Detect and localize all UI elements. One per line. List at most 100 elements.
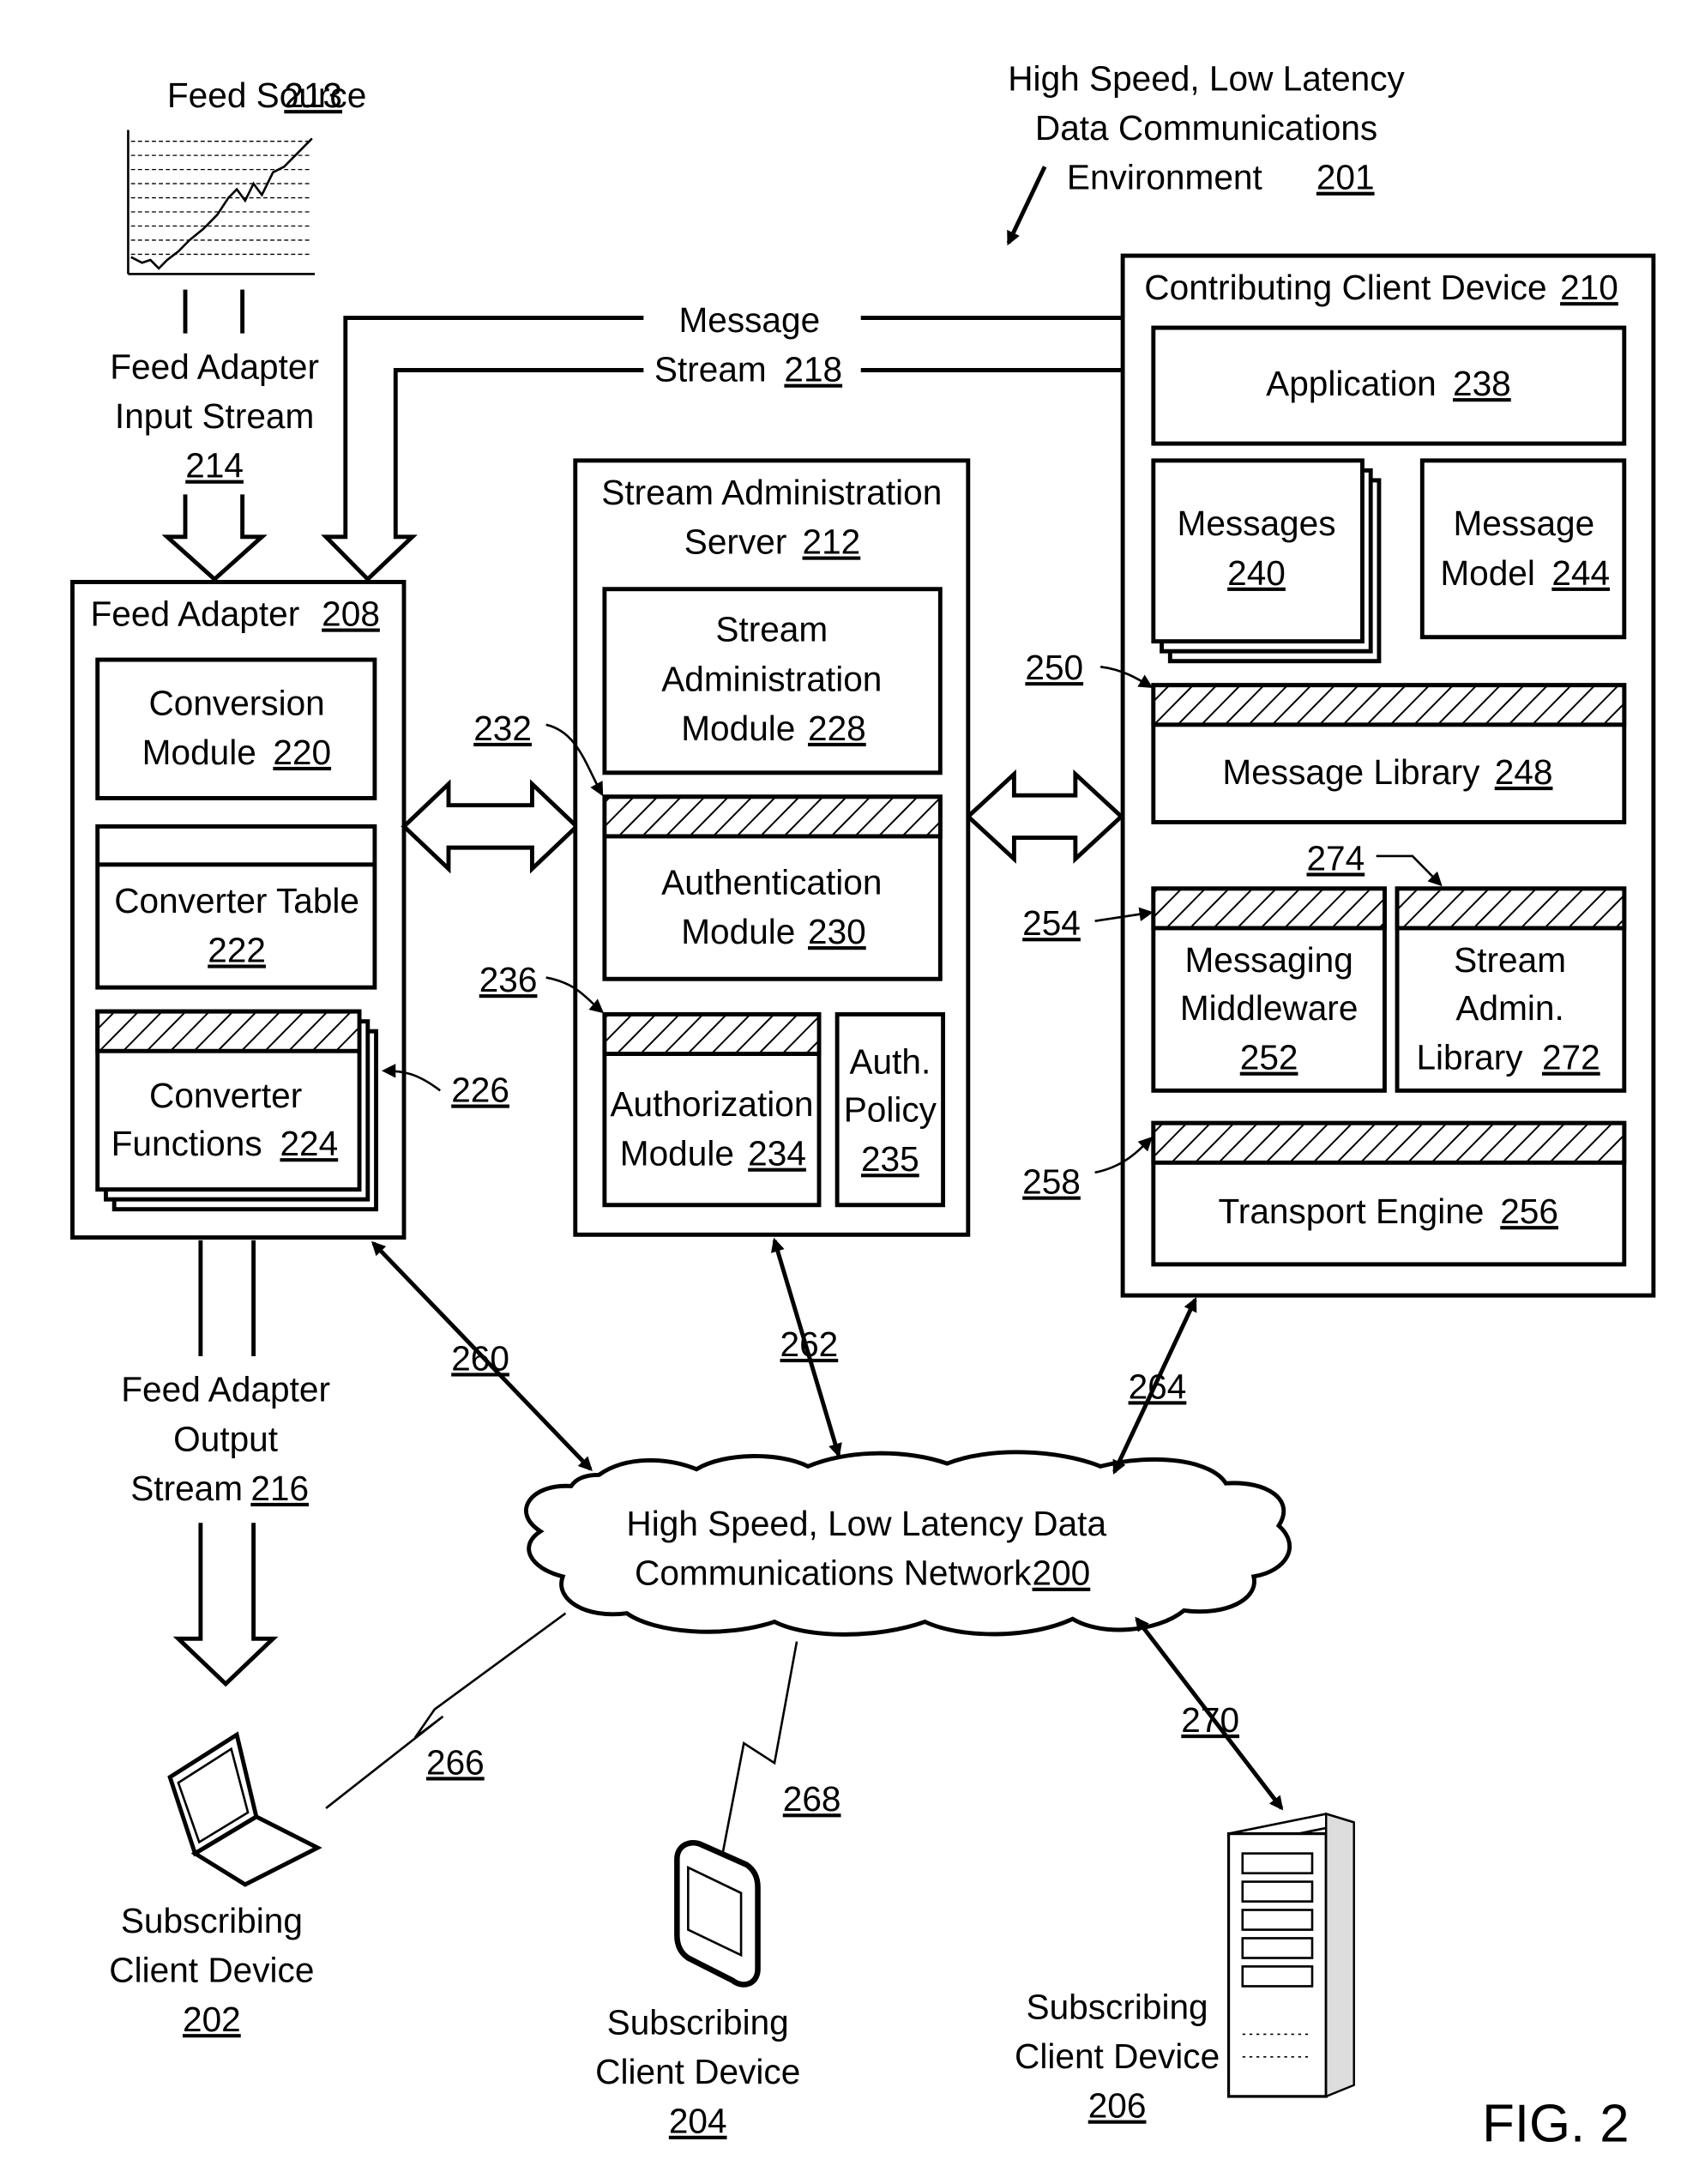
messaging-middleware[interactable]: Messaging Middleware 252 bbox=[1151, 886, 1387, 1093]
auth-policy-ref: 235 bbox=[861, 1139, 919, 1179]
environment-pointer-arrow bbox=[1006, 166, 1047, 246]
client-title: Contributing Client Device bbox=[1144, 268, 1546, 307]
authorization-module[interactable]: Authorization Module 234 bbox=[602, 1011, 822, 1208]
application[interactable]: Application 238 bbox=[1151, 325, 1627, 446]
feed-input-ref: 214 bbox=[185, 445, 244, 485]
callout-274: 274 bbox=[1306, 838, 1365, 878]
message-library-ref: 248 bbox=[1495, 752, 1553, 792]
fig2-diagram: High Speed, Low Latency Data Communicati… bbox=[70, 58, 1656, 2154]
feed-admin-double-arrow bbox=[401, 779, 580, 874]
feed-output-ref: 216 bbox=[250, 1469, 309, 1508]
application-label: Application bbox=[1266, 364, 1437, 403]
server-ref: 212 bbox=[803, 522, 861, 561]
subscriber-204[interactable]: Subscribing Client Device 204 bbox=[595, 1839, 800, 2141]
message-model-line-2: Model bbox=[1440, 553, 1535, 593]
admin-module-line-1: Stream bbox=[715, 609, 828, 649]
messages-label: Messages bbox=[1178, 504, 1336, 543]
subscriber-206-line-2: Client Device bbox=[1015, 2036, 1220, 2076]
environment-ref: 201 bbox=[1316, 157, 1375, 196]
laptop-icon bbox=[167, 1731, 322, 1887]
network-line-1: High Speed, Low Latency Data bbox=[626, 1504, 1106, 1543]
feed-input-stream: Feed Adapter Input Stream 214 bbox=[110, 289, 319, 582]
transport-engine[interactable]: Transport Engine 256 bbox=[1151, 1120, 1627, 1267]
subscriber-204-line-2: Client Device bbox=[595, 2052, 800, 2091]
conversion-module-line-2: Module bbox=[142, 733, 256, 772]
wireless-link-268 bbox=[720, 1641, 798, 1860]
feed-source: Feed Source 213 bbox=[127, 75, 366, 275]
messages[interactable]: Messages 240 bbox=[1151, 458, 1382, 664]
feed-output-line-2: Output bbox=[173, 1419, 278, 1458]
conversion-module[interactable]: Conversion Module 220 bbox=[95, 657, 377, 800]
converter-table-label: Converter Table bbox=[114, 881, 359, 920]
feed-output-line-3: Stream bbox=[130, 1469, 243, 1508]
subscriber-206-ref: 206 bbox=[1088, 2085, 1147, 2125]
callout-232: 232 bbox=[473, 709, 532, 748]
link-262-label: 262 bbox=[780, 1324, 839, 1364]
transport-engine-ref: 256 bbox=[1500, 1192, 1558, 1231]
application-ref: 238 bbox=[1453, 364, 1511, 403]
message-model-line-1: Message bbox=[1454, 504, 1595, 543]
callout-226: 226 bbox=[451, 1070, 509, 1109]
feed-adapter-ref: 208 bbox=[322, 594, 380, 633]
converter-functions-line-2: Functions bbox=[111, 1124, 262, 1163]
environment-line-3: Environment bbox=[1067, 157, 1263, 196]
handheld-icon bbox=[674, 1839, 761, 1988]
message-stream-ref: 218 bbox=[784, 349, 842, 389]
link-260-label: 260 bbox=[451, 1338, 509, 1378]
server-title-line-2: Server bbox=[684, 522, 787, 561]
subscriber-202[interactable]: Subscribing Client Device 202 bbox=[109, 1731, 322, 2039]
admin-library-ref: 272 bbox=[1542, 1037, 1600, 1077]
authz-module-ref: 234 bbox=[748, 1133, 806, 1173]
subscriber-202-ref: 202 bbox=[183, 2000, 241, 2039]
admin-library-line-2: Admin. bbox=[1455, 988, 1563, 1028]
subscriber-204-line-1: Subscribing bbox=[607, 2002, 789, 2042]
converter-functions-ref: 224 bbox=[280, 1124, 338, 1163]
feed-adapter-title: Feed Adapter bbox=[91, 594, 300, 633]
feed-adapter[interactable]: Feed Adapter 208 Conversion Module 220 C… bbox=[70, 580, 509, 1240]
messages-ref: 240 bbox=[1227, 553, 1286, 593]
stream-admin-library[interactable]: Stream Admin. Library 272 bbox=[1395, 886, 1627, 1093]
subscriber-206[interactable]: Subscribing Client Device 206 bbox=[1015, 1812, 1355, 2126]
feed-source-ref: 213 bbox=[284, 75, 342, 115]
admin-client-double-arrow bbox=[965, 769, 1125, 864]
admin-library-line-1: Stream bbox=[1454, 940, 1566, 980]
converter-table[interactable]: Converter Table 222 bbox=[95, 824, 377, 990]
message-model-ref: 244 bbox=[1551, 553, 1610, 593]
conversion-module-line-1: Conversion bbox=[148, 683, 324, 722]
message-stream-line-1: Message bbox=[678, 300, 820, 340]
stock-chart-icon bbox=[127, 130, 316, 275]
feed-input-arrow bbox=[161, 494, 268, 582]
message-library[interactable]: Message Library 248 bbox=[1151, 683, 1627, 824]
feed-output-arrow bbox=[172, 1523, 279, 1687]
subscriber-204-ref: 204 bbox=[669, 2101, 727, 2140]
middleware-ref: 252 bbox=[1240, 1037, 1298, 1077]
auth-policy-line-2: Policy bbox=[844, 1089, 937, 1129]
converter-functions[interactable]: Converter Functions 224 bbox=[95, 1009, 378, 1212]
authentication-module[interactable]: Authentication Module 230 bbox=[602, 794, 943, 981]
server-title-line-1: Stream Administration bbox=[601, 473, 942, 512]
auth-policy-line-1: Auth. bbox=[849, 1041, 931, 1081]
network-line-2: Communications Network bbox=[635, 1553, 1032, 1592]
authz-module-line-1: Authorization bbox=[610, 1084, 813, 1124]
auth-module-line-2: Module bbox=[681, 912, 795, 951]
feed-output-stream: Feed Adapter Output Stream 216 bbox=[121, 1240, 330, 1687]
environment-line-1: High Speed, Low Latency bbox=[1008, 58, 1405, 98]
subscriber-206-line-1: Subscribing bbox=[1027, 1987, 1208, 2026]
stream-admin-server[interactable]: Stream Administration Server 212 Stream … bbox=[473, 458, 971, 1237]
message-model[interactable]: Message Model 244 bbox=[1419, 458, 1627, 640]
callout-258: 258 bbox=[1022, 1161, 1081, 1201]
network-cloud[interactable]: High Speed, Low Latency Data Communicati… bbox=[524, 1450, 1292, 1637]
environment-line-2: Data Communications bbox=[1035, 108, 1377, 148]
middleware-line-1: Messaging bbox=[1184, 940, 1353, 980]
admin-module-line-3: Module bbox=[681, 709, 795, 748]
message-library-label: Message Library bbox=[1222, 752, 1480, 792]
server-tower-icon bbox=[1226, 1812, 1355, 2098]
contributing-client-device[interactable]: Contributing Client Device 210 Applicati… bbox=[1022, 253, 1656, 1298]
admin-module-ref: 228 bbox=[808, 709, 866, 748]
link-264-label: 264 bbox=[1129, 1367, 1187, 1406]
conversion-module-ref: 220 bbox=[273, 733, 331, 772]
auth-policy[interactable]: Auth. Policy 235 bbox=[834, 1011, 946, 1208]
feed-input-line-2: Input Stream bbox=[115, 396, 314, 436]
client-ref: 210 bbox=[1560, 268, 1618, 307]
stream-admin-module[interactable]: Stream Administration Module 228 bbox=[602, 587, 943, 775]
